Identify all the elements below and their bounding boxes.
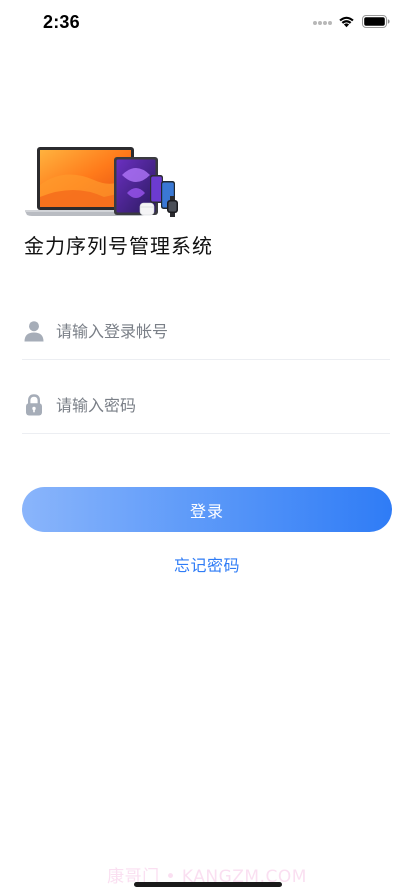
status-time: 2:36 <box>43 12 80 32</box>
wifi-icon <box>339 16 354 28</box>
password-input[interactable] <box>56 386 376 424</box>
status-bar: 2:36 <box>0 0 414 47</box>
battery-icon <box>362 15 390 28</box>
account-field <box>22 302 390 360</box>
login-screen: 2:36 金力序列号管理系统 请输入登录帐号 登录 忘记密码 康哥门 • KAN… <box>0 0 414 896</box>
user-icon <box>24 321 44 342</box>
app-title: 金力序列号管理系统 <box>24 234 213 258</box>
lock-icon <box>26 394 42 416</box>
login-button[interactable]: 登录 <box>22 487 392 532</box>
forgot-password-link[interactable]: 忘记密码 <box>0 552 414 576</box>
home-indicator[interactable] <box>134 882 282 887</box>
signal-dots-icon <box>313 21 333 27</box>
password-field <box>22 376 390 434</box>
devices-hero-image <box>25 147 178 217</box>
account-input[interactable] <box>56 312 376 350</box>
